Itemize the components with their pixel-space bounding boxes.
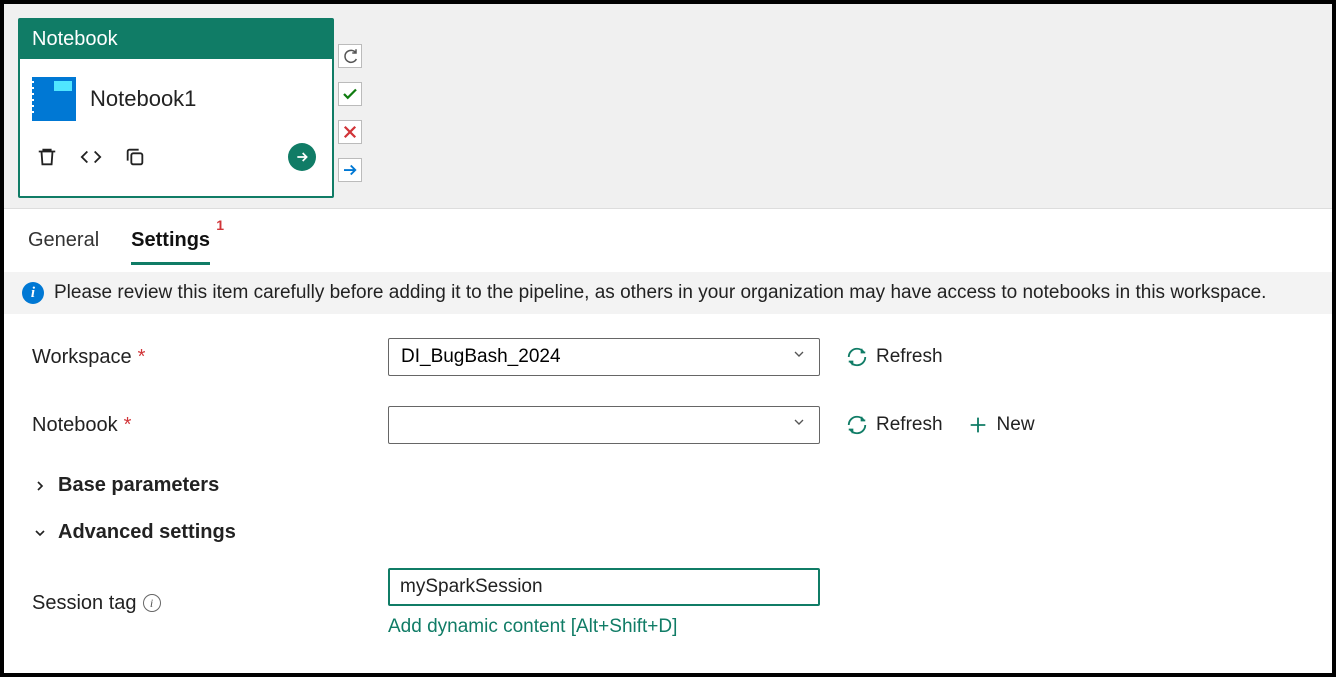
refresh-notebook-button[interactable]: Refresh [846,414,943,436]
chevron-down-icon [32,525,48,541]
info-circle-icon[interactable]: i [143,594,161,612]
card-header: Notebook [20,20,332,59]
refresh-workspace-button[interactable]: Refresh [846,346,943,368]
chevron-down-icon [791,346,807,368]
notebook-activity-card[interactable]: Notebook Notebook1 [18,18,334,198]
required-asterisk: * [124,414,132,437]
x-icon[interactable] [338,120,362,144]
notebook-title: Notebook1 [90,86,196,112]
pipeline-canvas: Notebook Notebook1 [4,4,1332,209]
notebook-select[interactable] [388,406,820,444]
workspace-label: Workspace * [32,346,388,369]
session-tag-input[interactable] [388,568,820,606]
delete-icon[interactable] [36,146,58,168]
info-icon: i [22,282,44,304]
notebook-label: Notebook * [32,414,388,437]
new-notebook-button[interactable]: New [967,414,1035,436]
add-dynamic-content-link[interactable]: Add dynamic content [Alt+Shift+D] [388,616,820,638]
run-button[interactable] [288,143,316,171]
tab-settings-label: Settings [131,229,210,251]
session-tag-label: Session tag i [32,592,388,615]
copy-icon[interactable] [124,146,146,168]
required-asterisk: * [138,346,146,369]
code-icon[interactable] [80,146,102,168]
tab-bar: General Settings 1 [4,209,1332,266]
workspace-select[interactable]: DI_BugBash_2024 [388,338,820,376]
check-icon[interactable] [338,82,362,106]
chevron-right-icon [32,478,48,494]
advanced-settings-expander[interactable]: Advanced settings [32,521,1304,544]
arrow-right-icon[interactable] [338,158,362,182]
tab-general[interactable]: General [28,229,99,265]
redo-icon[interactable] [338,44,362,68]
notebook-icon [32,77,76,121]
chevron-down-icon [791,414,807,436]
tab-settings[interactable]: Settings 1 [131,229,210,265]
base-parameters-expander[interactable]: Base parameters [32,474,1304,497]
workspace-value: DI_BugBash_2024 [401,346,561,368]
tab-badge: 1 [216,217,224,233]
info-text: Please review this item carefully before… [54,282,1266,304]
info-bar: i Please review this item carefully befo… [4,272,1332,314]
